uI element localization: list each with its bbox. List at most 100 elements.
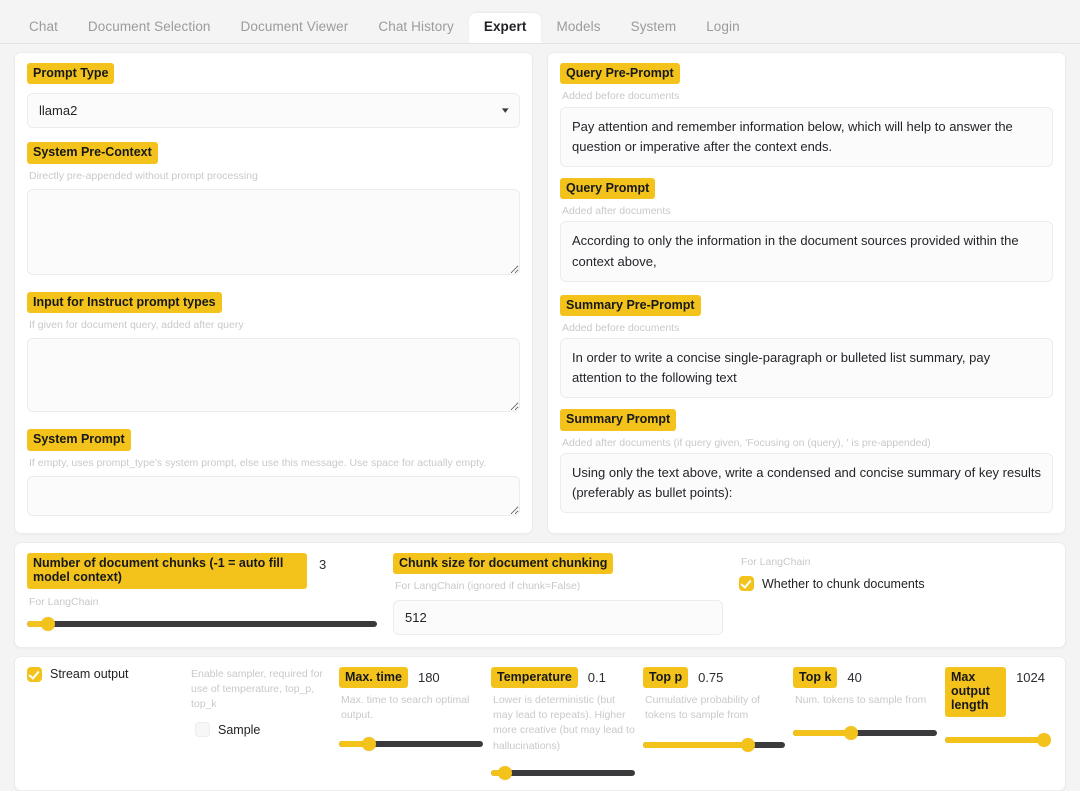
top-p-label: Top p [643, 666, 689, 688]
tab-chat-history[interactable]: Chat History [363, 13, 468, 43]
tab-login[interactable]: Login [691, 13, 755, 43]
checkbox-checked-icon[interactable] [27, 666, 42, 682]
query-pre-prompt-label: Query Pre-Prompt [560, 63, 680, 85]
top-p-group: Top p 0.75 Cumulative probability of tok… [643, 666, 793, 755]
top-k-hint: Num. tokens to sample from [795, 693, 927, 706]
query-prompt-group: Query Prompt Added after documents Accor… [560, 177, 1053, 282]
sampler-panel: Stream output Enable sampler, required f… [14, 655, 1066, 791]
chunk-size-label: Chunk size for document chunking [393, 553, 614, 575]
summary-pre-prompt-label: Summary Pre-Prompt [560, 294, 701, 317]
summary-pre-prompt-hint: Added before documents [562, 322, 680, 335]
max-output-length-group: Max output length 1024 [945, 666, 1053, 749]
sample-group: Enable sampler, required for use of temp… [189, 667, 339, 738]
system-prompt-hint: If empty, uses prompt_type's system prom… [29, 456, 487, 469]
system-prompt-group: System Prompt If empty, uses prompt_type… [27, 429, 520, 521]
tab-models[interactable]: Models [541, 13, 615, 43]
chunk-size-input[interactable]: 512 [393, 599, 723, 635]
temperature-value: 0.1 [587, 669, 606, 685]
tab-bar: Chat Document Selection Document Viewer … [0, 0, 1080, 44]
slider-knob[interactable] [498, 765, 513, 780]
slider-fill [793, 730, 851, 737]
input-for-instruct-group: Input for Instruct prompt types If given… [27, 291, 520, 418]
top-p-value: 0.75 [698, 669, 724, 685]
checkbox-checked-icon[interactable] [739, 576, 754, 592]
max-output-length-slider[interactable] [945, 731, 1051, 749]
summary-prompt-group: Summary Prompt Added after documents (if… [560, 409, 1053, 514]
slider-knob[interactable] [41, 616, 55, 631]
input-for-instruct-label: Input for Instruct prompt types [27, 291, 222, 314]
tab-expert[interactable]: Expert [468, 13, 542, 43]
top-k-slider[interactable] [793, 724, 937, 742]
query-pre-prompt-input[interactable]: Pay attention and remember information b… [560, 106, 1053, 167]
num-chunks-slider[interactable] [27, 615, 377, 633]
slider-track [491, 769, 635, 776]
temperature-slider[interactable] [491, 764, 635, 782]
max-time-slider[interactable] [339, 735, 483, 753]
top-p-slider[interactable] [643, 736, 785, 754]
slider-knob[interactable] [1037, 732, 1051, 747]
query-prompt-hint: Added after documents [562, 205, 671, 218]
prompt-type-select[interactable]: llama2 ▾ [27, 93, 520, 129]
max-output-length-label: Max output length [945, 666, 1007, 717]
prompt-type-group: Prompt Type llama2 ▾ [27, 63, 520, 129]
num-chunks-label: Number of document chunks (-1 = auto fil… [27, 553, 307, 589]
system-pre-context-input[interactable] [27, 188, 520, 275]
sample-label: Sample [218, 722, 261, 737]
whether-chunk-label: Whether to chunk documents [762, 576, 925, 591]
temperature-label: Temperature [491, 666, 578, 688]
top-k-label: Top k [793, 666, 838, 688]
chevron-down-icon: ▾ [502, 105, 510, 116]
num-chunks-value: 3 [319, 557, 327, 573]
system-pre-context-hint: Directly pre-appended without prompt pro… [29, 169, 258, 182]
top-k-group: Top k 40 Num. tokens to sample from [793, 666, 945, 743]
max-time-hint: Max. time to search optimal output. [341, 693, 470, 722]
summary-prompt-label: Summary Prompt [560, 409, 677, 431]
chunk-size-hint: For LangChain (ignored if chunk=False) [395, 580, 581, 593]
prompt-type-value: llama2 [39, 103, 78, 119]
query-pre-prompt-group: Query Pre-Prompt Added before documents … [560, 63, 1053, 167]
max-output-length-value: 1024 [1016, 669, 1045, 685]
prompt-templates-panel: Query Pre-Prompt Added before documents … [547, 52, 1066, 535]
system-prompt-label: System Prompt [27, 429, 131, 451]
query-pre-prompt-hint: Added before documents [562, 90, 680, 103]
stream-output-checkbox-row[interactable]: Stream output [27, 666, 181, 682]
system-prompt-input[interactable] [27, 476, 520, 517]
max-time-group: Max. time 180 Max. time to search optima… [339, 666, 491, 754]
summary-prompt-input[interactable]: Using only the text above, write a conde… [560, 453, 1053, 514]
slider-fill [945, 736, 1044, 743]
sample-checkbox-row[interactable]: Sample [189, 722, 331, 738]
slider-knob[interactable] [362, 737, 377, 752]
prompts-row: Prompt Type llama2 ▾ System Pre-Context … [14, 52, 1066, 542]
top-k-value: 40 [847, 669, 862, 685]
system-pre-context-group: System Pre-Context Directly pre-appended… [27, 142, 520, 280]
tab-system[interactable]: System [616, 13, 692, 43]
slider-fill [643, 742, 749, 749]
tab-document-viewer[interactable]: Document Viewer [226, 13, 364, 43]
summary-prompt-hint: Added after documents (if query given, '… [562, 436, 931, 449]
tab-document-selection[interactable]: Document Selection [73, 13, 226, 43]
slider-knob[interactable] [741, 738, 756, 753]
prompt-config-panel: Prompt Type llama2 ▾ System Pre-Context … [14, 52, 533, 535]
stream-output-label: Stream output [50, 667, 129, 682]
input-for-instruct-hint: If given for document query, added after… [29, 319, 244, 332]
temperature-group: Temperature 0.1 Lower is deterministic (… [491, 666, 643, 782]
sample-hint: Enable sampler, required for use of temp… [191, 667, 323, 710]
query-prompt-input[interactable]: According to only the information in the… [560, 221, 1053, 282]
whether-chunk-hint: For LangChain [741, 556, 811, 569]
chunk-size-group: Chunk size for document chunking For Lan… [393, 553, 723, 635]
top-p-hint: Cumulative probability of tokens to samp… [645, 693, 760, 722]
max-time-label: Max. time [339, 666, 408, 688]
summary-pre-prompt-input[interactable]: In order to write a concise single-parag… [560, 338, 1053, 399]
checkbox-unchecked-icon[interactable] [195, 722, 210, 738]
tab-chat[interactable]: Chat [14, 13, 73, 43]
stream-output-group: Stream output [27, 666, 189, 682]
input-for-instruct-input[interactable] [27, 338, 520, 413]
expert-settings-page: Prompt Type llama2 ▾ System Pre-Context … [0, 44, 1080, 791]
whether-chunk-checkbox-row[interactable]: Whether to chunk documents [739, 576, 1053, 592]
slider-knob[interactable] [843, 726, 858, 741]
whether-chunk-group: For LangChain Whether to chunk documents [739, 553, 1053, 592]
num-chunks-group: Number of document chunks (-1 = auto fil… [27, 553, 377, 633]
system-pre-context-label: System Pre-Context [27, 142, 158, 164]
temperature-hint: Lower is deterministic (but may lead to … [493, 693, 635, 752]
slider-track [27, 620, 377, 627]
